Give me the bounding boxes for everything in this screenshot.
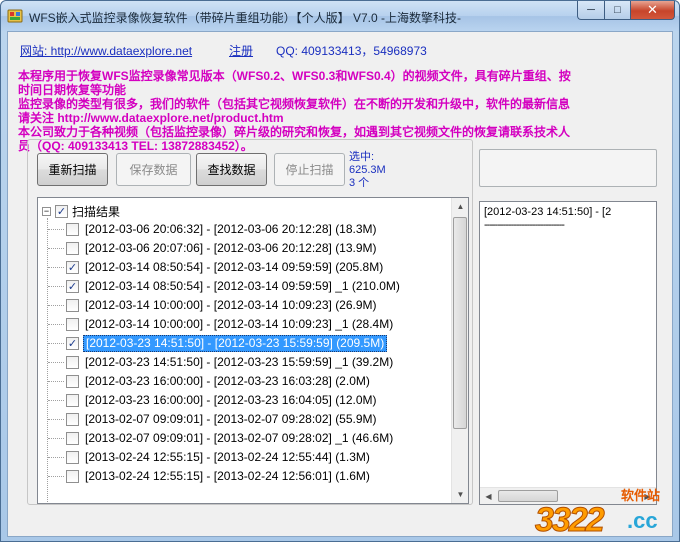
- tree-branch-line: [48, 229, 64, 230]
- row-checkbox[interactable]: [66, 318, 79, 331]
- row-checkbox[interactable]: [66, 299, 79, 312]
- scroll-thumb[interactable]: [453, 217, 467, 429]
- tree-row[interactable]: ✓ [2012-03-14 08:50:54] - [2012-03-14 09:…: [38, 277, 458, 296]
- stop-scan-button[interactable]: 停止扫描: [274, 153, 345, 186]
- collapse-toggle-icon[interactable]: −: [42, 206, 51, 216]
- tree-row[interactable]: [2013-02-07 09:09:01] - [2013-02-07 09:2…: [38, 429, 458, 448]
- row-checkbox[interactable]: [66, 223, 79, 236]
- maximize-button[interactable]: □: [604, 1, 630, 20]
- register-link[interactable]: 注册: [229, 42, 253, 59]
- tree-branch-line: [48, 438, 64, 439]
- tree-branch-line: [48, 362, 64, 363]
- tree-vertical-scrollbar[interactable]: ▲ ▼: [451, 198, 468, 503]
- row-checkbox[interactable]: [66, 356, 79, 369]
- row-label: [2012-03-06 20:07:06] - [2012-03-06 20:1…: [85, 241, 377, 255]
- tree-root-node[interactable]: − ✓ 扫描结果: [42, 202, 120, 220]
- tree-root-label: 扫描结果: [72, 204, 121, 219]
- tree-branch-line: [48, 324, 64, 325]
- website-link[interactable]: 网站: http://www.dataexplore.net: [20, 42, 192, 59]
- row-checkbox[interactable]: ✓: [66, 337, 79, 350]
- tree-row[interactable]: [2012-03-23 16:00:00] - [2012-03-23 16:0…: [38, 391, 458, 410]
- row-label: [2012-03-23 16:00:00] - [2012-03-23 16:0…: [85, 374, 370, 388]
- close-button[interactable]: ✕: [630, 1, 675, 20]
- tree-row[interactable]: [2012-03-23 16:00:00] - [2012-03-23 16:0…: [38, 372, 458, 391]
- tree-branch-line: [48, 400, 64, 401]
- row-label: [2012-03-23 16:00:00] - [2012-03-23 16:0…: [85, 393, 377, 407]
- row-checkbox[interactable]: ✓: [66, 280, 79, 293]
- row-checkbox[interactable]: ✓: [66, 261, 79, 274]
- tree-branch-line: [48, 476, 64, 477]
- info-box: [479, 149, 657, 187]
- row-label: [2012-03-14 10:00:00] - [2012-03-14 10:0…: [85, 317, 394, 331]
- row-label: [2012-03-06 20:06:32] - [2012-03-06 20:1…: [85, 222, 377, 236]
- tree-row[interactable]: [2013-02-07 09:09:01] - [2013-02-07 09:2…: [38, 410, 458, 429]
- tree-row[interactable]: [2012-03-06 20:07:06] - [2012-03-06 20:1…: [38, 239, 458, 258]
- tree-row[interactable]: [2012-03-06 20:06:32] - [2012-03-06 20:1…: [38, 220, 458, 239]
- row-label: [2013-02-07 09:09:01] - [2013-02-07 09:2…: [85, 431, 394, 445]
- save-data-button[interactable]: 保存数据: [116, 153, 191, 186]
- row-checkbox[interactable]: [66, 413, 79, 426]
- selection-info: 选中: 625.3M 3 个: [349, 151, 386, 190]
- tree-branch-line: [48, 248, 64, 249]
- row-checkbox[interactable]: [66, 394, 79, 407]
- row-label: [2012-03-14 10:00:00] - [2012-03-14 10:0…: [85, 298, 377, 312]
- watermark-domain: .cc: [627, 508, 658, 533]
- tree-row[interactable]: [2012-03-23 14:51:50] - [2012-03-23 15:5…: [38, 353, 458, 372]
- window-title: WFS嵌入式监控录像恢复软件（带碎片重组功能）【个人版】 V7.0 -上海数擎科…: [29, 11, 462, 25]
- selection-label: 选中:: [349, 151, 375, 163]
- intro-line: 本程序用于恢复WFS监控录像常见版本（WFS0.2、WFS0.3和WFS0.4）…: [18, 69, 571, 83]
- intro-line: 监控录像的类型有很多，我们的软件（包括其它视频恢复软件）在不断的开发和升级中，软…: [18, 97, 571, 111]
- root-checkbox[interactable]: ✓: [55, 204, 68, 218]
- tree-row[interactable]: [2013-02-24 12:55:15] - [2013-02-24 12:5…: [38, 467, 458, 486]
- find-data-button[interactable]: 查找数据: [196, 153, 267, 186]
- row-label: [2013-02-24 12:55:15] - [2013-02-24 12:5…: [85, 450, 370, 464]
- intro-line: 请关注 http://www.dataexplore.net/product.h…: [18, 111, 284, 125]
- rescan-button[interactable]: 重新扫描: [37, 153, 108, 186]
- tree-branch-line: [48, 343, 64, 344]
- row-checkbox[interactable]: [66, 470, 79, 483]
- qq-contact: QQ: 409133413，54968973: [276, 44, 427, 58]
- tree-branch-line: [48, 305, 64, 306]
- row-checkbox[interactable]: [66, 375, 79, 388]
- row-label: [2012-03-14 08:50:54] - [2012-03-14 09:5…: [85, 260, 384, 274]
- scroll-down-arrow-icon[interactable]: ▼: [452, 486, 468, 503]
- tree-row[interactable]: ✓ [2012-03-23 14:51:50] - [2012-03-23 15:…: [38, 334, 458, 353]
- tree-branch-line: [48, 457, 64, 458]
- scroll-left-arrow-icon[interactable]: ◀: [480, 488, 497, 504]
- row-label: [2013-02-24 12:55:15] - [2013-02-24 12:5…: [85, 469, 370, 483]
- tree-branch-line: [48, 286, 64, 287]
- tree-rows: [2012-03-06 20:06:32] - [2012-03-06 20:1…: [38, 220, 458, 486]
- detail-separator: ------------------------------: [484, 219, 565, 231]
- app-icon: [7, 9, 23, 23]
- row-checkbox[interactable]: [66, 451, 79, 464]
- tree-row[interactable]: [2013-02-24 12:55:15] - [2013-02-24 12:5…: [38, 448, 458, 467]
- intro-line: 本公司致力于各种视频（包括监控录像）碎片级的研究和恢复，如遇到其它视频文件的恢复…: [18, 125, 571, 139]
- watermark-site-text: 软件站: [621, 488, 661, 503]
- tree-row[interactable]: ✓ [2012-03-14 08:50:54] - [2012-03-14 09:…: [38, 258, 458, 277]
- row-checkbox[interactable]: [66, 432, 79, 445]
- title-bar[interactable]: WFS嵌入式监控录像恢复软件（带碎片重组功能）【个人版】 V7.0 -上海数擎科…: [1, 1, 679, 31]
- app-window: WFS嵌入式监控录像恢复软件（带碎片重组功能）【个人版】 V7.0 -上海数擎科…: [0, 0, 680, 542]
- tree-branch-line: [48, 419, 64, 420]
- detail-first-line: [2012-03-23 14:51:50] - [2: [484, 206, 612, 218]
- watermark-number: 3322: [535, 501, 606, 540]
- row-label: [2012-03-23 14:51:50] - [2012-03-23 15:5…: [83, 335, 388, 352]
- minimize-button[interactable]: ─: [577, 1, 604, 20]
- row-label: [2012-03-14 08:50:54] - [2012-03-14 09:5…: [85, 279, 400, 293]
- tree-branch-line: [48, 381, 64, 382]
- selection-count: 3 个: [349, 177, 370, 189]
- row-checkbox[interactable]: [66, 242, 79, 255]
- selection-size: 625.3M: [349, 164, 386, 176]
- intro-line: 时间日期恢复等功能: [18, 83, 127, 97]
- tree-row[interactable]: [2012-03-14 10:00:00] - [2012-03-14 10:0…: [38, 296, 458, 315]
- scan-results-tree[interactable]: − ✓ 扫描结果 [2012-03-06 20:06:32] - [2012-0…: [37, 197, 469, 504]
- detail-panel[interactable]: [2012-03-23 14:51:50] - [2 -------------…: [479, 201, 657, 505]
- row-label: [2012-03-23 14:51:50] - [2012-03-23 15:5…: [85, 355, 394, 369]
- tree-row[interactable]: [2012-03-14 10:00:00] - [2012-03-14 10:0…: [38, 315, 458, 334]
- caption-buttons: ─ □ ✕: [577, 1, 675, 21]
- scroll-up-arrow-icon[interactable]: ▲: [452, 198, 468, 215]
- detail-text: [2012-03-23 14:51:50] - [2 -------------…: [484, 206, 611, 232]
- row-label: [2013-02-07 09:09:01] - [2013-02-07 09:2…: [85, 412, 377, 426]
- tree-branch-line: [48, 267, 64, 268]
